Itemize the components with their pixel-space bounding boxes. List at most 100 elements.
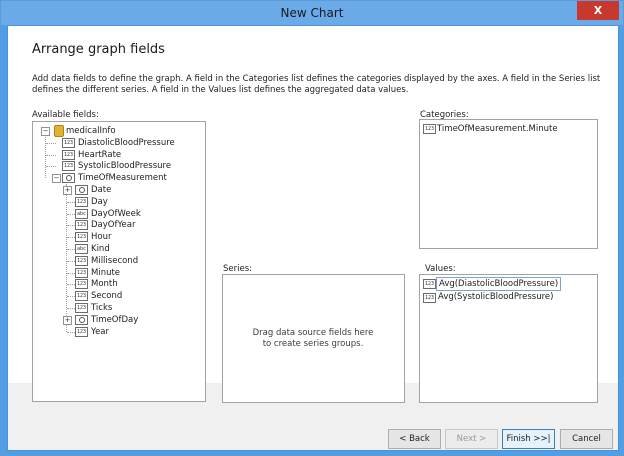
values-list[interactable]: 123 Avg(DiastolicBloodPressure) 123 Avg(Sys… — [419, 274, 598, 403]
new-chart-window: New Chart X Arrange graph fields Add dat… — [0, 0, 624, 456]
tree-node-label: DiastolicBloodPressure — [78, 137, 175, 148]
numeric-icon: 123 — [75, 255, 88, 266]
tree-connector — [67, 213, 75, 215]
numeric-icon: 123 — [75, 279, 88, 290]
tree-field-item[interactable]: 123 Month — [33, 278, 203, 290]
collapse-toggle-icon[interactable]: − — [52, 174, 61, 184]
tree-node-label: Minute — [91, 267, 121, 278]
tree-field-item[interactable]: − TimeOfMeasurement — [33, 172, 203, 184]
page-description: Add data fields to define the graph. A f… — [32, 74, 601, 95]
tree-field-item[interactable]: 123 Ticks — [33, 302, 203, 314]
window-title: New Chart — [280, 6, 344, 20]
value-item-label: Avg(DiastolicBloodPressure) — [436, 277, 562, 291]
tree-connector — [46, 142, 56, 144]
tree-node-label: Second — [91, 291, 123, 302]
dialog-client-area: Arrange graph fields Add data fields to … — [7, 25, 619, 451]
numeric-icon: 123 — [75, 196, 88, 207]
tree-connector — [67, 249, 75, 250]
title-bar[interactable]: New Chart X — [1, 1, 623, 25]
expand-toggle-icon[interactable]: + — [63, 186, 72, 195]
numeric-icon: 123 — [75, 267, 88, 278]
close-button[interactable]: X — [577, 1, 619, 20]
expand-toggle-icon[interactable]: + — [63, 315, 72, 325]
tree-field-item[interactable]: 123 Hour — [33, 231, 203, 243]
tree-field-item[interactable]: 123 Minute — [33, 267, 203, 279]
tree-node-label: Millisecond — [91, 255, 139, 266]
datetime-icon — [62, 173, 75, 184]
tree-node-label: medicalInfo — [66, 126, 116, 136]
cancel-button[interactable]: Cancel — [560, 429, 613, 449]
value-item[interactable]: 123 Avg(SystolicBloodPressure) — [422, 291, 592, 303]
tree-field-item[interactable]: + TimeOfDay — [33, 314, 203, 326]
tree-node-label: Ticks — [91, 303, 113, 313]
available-fields-label: Available fields: — [32, 110, 99, 120]
tree-field-item[interactable]: 123 DayOfYear — [33, 219, 203, 231]
available-fields-tree[interactable]: − medicalInfo 123 DiastolicBloodPressure 123… — [32, 121, 206, 402]
numeric-icon: 123 — [75, 303, 88, 313]
tree-node-label: Date — [91, 185, 112, 195]
numeric-icon: 123 — [75, 220, 88, 231]
tree-node-label: SystolicBloodPressure — [78, 161, 172, 172]
tree-connector — [67, 331, 75, 333]
numeric-icon: 123 — [62, 149, 75, 160]
tree-node-label: Hour — [91, 232, 112, 243]
numeric-icon: 123 — [423, 293, 436, 303]
tree-node-label: Year — [91, 326, 109, 337]
series-hint-line2: to create series groups. — [262, 339, 364, 349]
series-list[interactable]: Drag data source fields here to create s… — [222, 274, 405, 403]
tree-connector — [67, 272, 75, 274]
tree-connector — [67, 237, 75, 239]
finish-button[interactable]: Finish >>| — [502, 429, 555, 449]
tree-node-label: TimeOfMeasurement — [78, 173, 167, 184]
tree-field-item[interactable]: abc DayOfWeek — [33, 208, 203, 220]
numeric-icon: 123 — [75, 326, 88, 337]
tree-field-item[interactable]: 123 SystolicBloodPressure — [33, 160, 203, 172]
tree-connector — [67, 296, 75, 298]
numeric-icon: 123 — [423, 279, 436, 289]
back-button[interactable]: < Back — [388, 429, 441, 449]
tree-root-node[interactable]: − medicalInfo — [33, 125, 203, 137]
collapse-toggle-icon[interactable]: − — [41, 127, 50, 136]
categories-list[interactable]: 123 TimeOfMeasurement.Minute — [419, 119, 598, 249]
series-label: Series: — [223, 264, 253, 274]
tree-field-item[interactable]: abc Kind — [33, 243, 203, 255]
tree-node-label: DayOfWeek — [91, 208, 141, 219]
value-item[interactable]: 123 Avg(DiastolicBloodPressure) — [422, 277, 592, 291]
series-drop-hint: Drag data source fields here to create s… — [223, 328, 403, 350]
tree-connector — [46, 154, 56, 156]
tree-node-label: Month — [91, 279, 118, 290]
value-item-label: Avg(SystolicBloodPressure) — [438, 292, 554, 302]
numeric-icon: 123 — [75, 291, 88, 302]
tree-connector — [67, 284, 75, 286]
enum-icon: abc — [75, 244, 88, 254]
tree-node-label: Kind — [91, 244, 110, 254]
tree-field-item[interactable]: 123 DiastolicBloodPressure — [33, 137, 203, 149]
tree-connector — [67, 260, 75, 262]
values-label: Values: — [425, 264, 456, 274]
category-item-label: TimeOfMeasurement.Minute — [437, 124, 558, 134]
page-heading: Arrange graph fields — [32, 42, 165, 57]
timespan-icon — [75, 314, 88, 325]
next-button[interactable]: Next > — [445, 429, 498, 449]
datetime-icon — [75, 185, 88, 195]
numeric-icon: 123 — [75, 232, 88, 243]
tree-field-item[interactable]: 123 Millisecond — [33, 255, 203, 267]
tree-node-label: DayOfYear — [91, 220, 136, 231]
tree-field-item[interactable]: 123 Day — [33, 196, 203, 208]
tree-field-item[interactable]: 123 Year — [33, 326, 203, 338]
tree-connector — [46, 166, 56, 168]
tree-node-label: HeartRate — [78, 149, 122, 160]
tree-connector — [67, 225, 75, 227]
tree-field-item[interactable]: 123 HeartRate — [33, 149, 203, 161]
tree-node-label: TimeOfDay — [91, 314, 139, 325]
numeric-icon: 123 — [423, 124, 436, 134]
numeric-icon: 123 — [62, 137, 75, 148]
category-item[interactable]: 123 TimeOfMeasurement.Minute — [422, 123, 592, 135]
tree-connector — [67, 201, 75, 203]
tree-field-item[interactable]: 123 Second — [33, 290, 203, 302]
numeric-icon: 123 — [62, 161, 75, 172]
tree-connector — [67, 308, 75, 309]
tree-node-label: Day — [91, 196, 108, 207]
tree-field-item[interactable]: + Date — [33, 184, 203, 196]
series-hint-line1: Drag data source fields here — [252, 328, 374, 338]
